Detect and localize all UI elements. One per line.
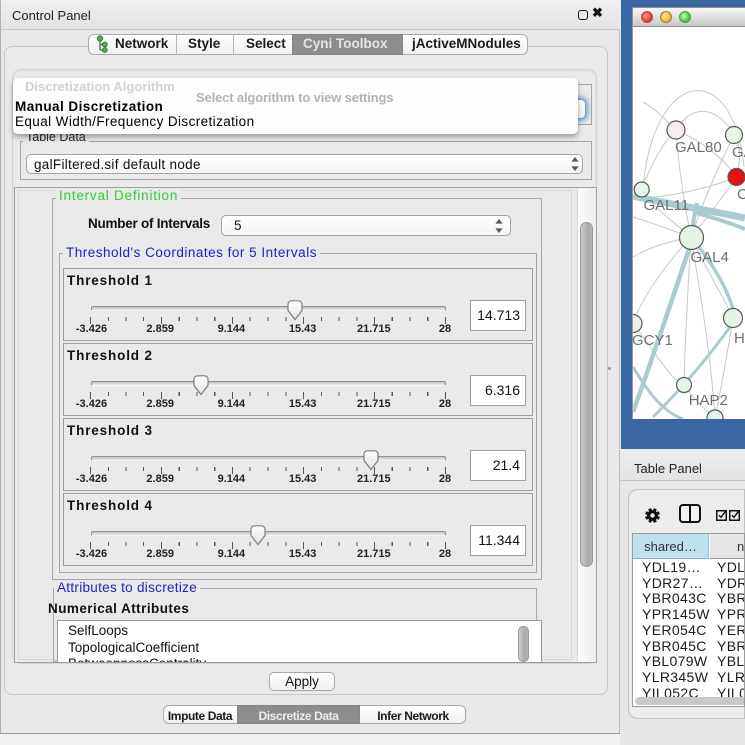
svg-text:GA: GA — [732, 144, 745, 161]
svg-text:GAL80: GAL80 — [675, 139, 722, 156]
svg-text:HAP2: HAP2 — [689, 392, 728, 409]
svg-text:GAL11: GAL11 — [644, 197, 690, 214]
svg-text:GCY1: GCY1 — [633, 332, 673, 349]
svg-text:HA: HA — [734, 330, 745, 347]
svg-text:C: C — [737, 186, 745, 203]
svg-text:GAL4: GAL4 — [691, 249, 729, 266]
